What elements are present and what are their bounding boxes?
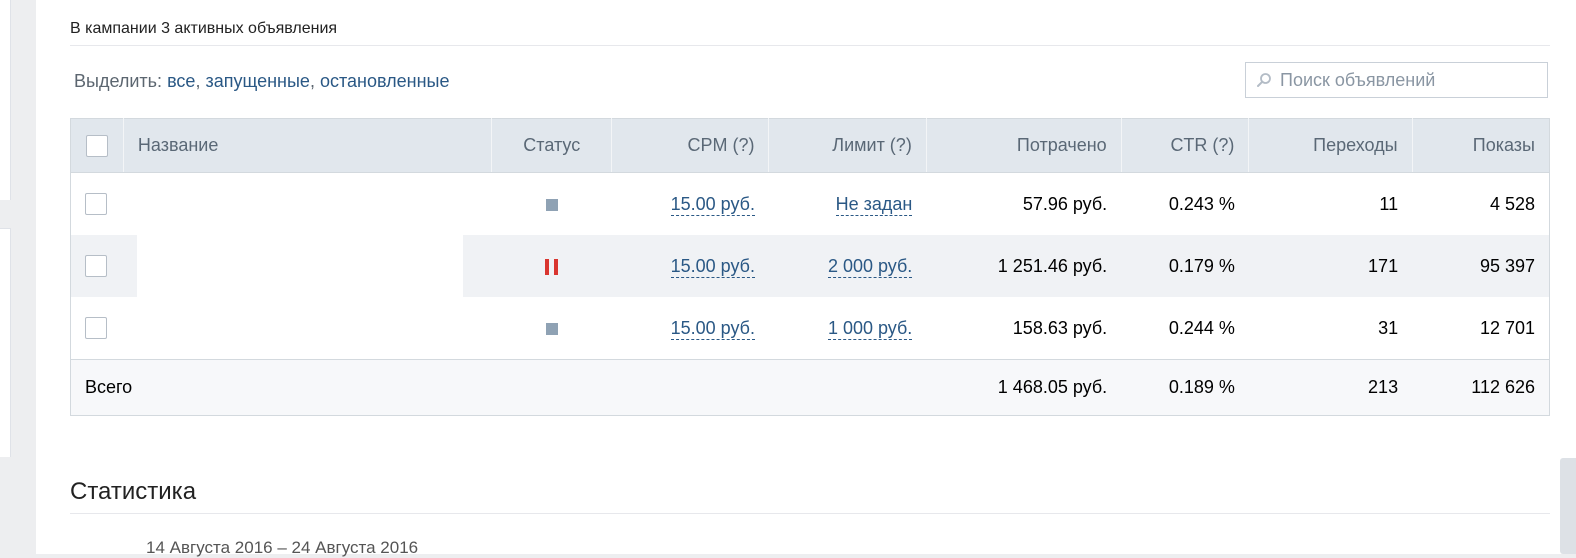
scroll-handle[interactable]: [1560, 458, 1576, 554]
table-row[interactable]: 15.00 руб. Не задан 57.96 руб. 0.243 % 1…: [71, 173, 1550, 235]
total-views: 112 626: [1412, 359, 1550, 416]
total-clicks: 213: [1248, 359, 1413, 416]
cpm-value[interactable]: 15.00 руб.: [670, 193, 755, 216]
select-stopped-link[interactable]: остановленные: [320, 71, 450, 91]
total-row: Всего 1 468.05 руб. 0.189 % 213 112 626: [70, 359, 1550, 416]
stop-icon[interactable]: [545, 322, 558, 335]
total-ctr: 0.189 %: [1121, 359, 1249, 416]
header-select-all: [70, 118, 124, 173]
views-value: 4 528: [1489, 193, 1535, 214]
ctr-value: 0.179 %: [1121, 235, 1249, 297]
hidden-ad-name: [137, 297, 464, 359]
header-name[interactable]: Название: [123, 118, 493, 173]
table-row[interactable]: 15.00 руб. 1 000 руб. 158.63 руб. 0.244 …: [71, 297, 1550, 360]
header-ctr[interactable]: CTR (?): [1121, 118, 1250, 173]
select-label: Выделить:: [74, 71, 163, 91]
divider: [70, 513, 1550, 514]
clicks-value: 31: [1378, 317, 1399, 338]
header-cpm[interactable]: CPM (?): [611, 118, 770, 173]
campaign-summary: В кампании 3 активных объявления: [70, 20, 338, 37]
divider: [70, 45, 1550, 46]
ctr-value: 0.244 %: [1168, 317, 1235, 338]
cpm-value[interactable]: 15.00 руб.: [670, 317, 755, 340]
ad-name[interactable]: [123, 235, 492, 297]
search-box: [1245, 62, 1548, 98]
ad-name[interactable]: [123, 297, 491, 360]
header-status[interactable]: Статус: [491, 118, 613, 173]
spent-value: 158.63 руб.: [1012, 317, 1108, 338]
ad-name[interactable]: [123, 173, 491, 235]
limit-value[interactable]: 2 000 руб.: [827, 255, 913, 278]
left-sidebar-panel: [0, 0, 11, 200]
views-value: 12 701: [1479, 317, 1535, 338]
spent-value: 57.96 руб.: [1022, 193, 1108, 214]
stop-icon[interactable]: [545, 198, 558, 211]
hidden-ad-name: [137, 173, 464, 235]
date-range[interactable]: 14 Августа 2016 – 24 Августа 2016: [146, 538, 418, 558]
row-checkbox[interactable]: [85, 317, 107, 340]
left-sidebar-panel-lower: [0, 228, 11, 457]
select-running-link[interactable]: запущенные: [205, 71, 309, 91]
ctr-value: 0.243 %: [1168, 193, 1235, 214]
row-checkbox[interactable]: [85, 193, 107, 216]
row-checkbox[interactable]: [85, 255, 107, 278]
pause-icon[interactable]: [545, 258, 559, 275]
views-value: 95 397: [1412, 235, 1550, 297]
header-views[interactable]: Показы: [1412, 118, 1550, 173]
table-row[interactable]: 15.00 руб. 2 000 руб. 1 251.46 руб. 0.17…: [70, 235, 1550, 297]
statistics-title: Статистика: [70, 478, 197, 505]
limit-value[interactable]: 1 000 руб.: [827, 317, 913, 340]
ads-table: Название Статус CPM (?) Лимит (?) Потрач…: [70, 118, 1550, 416]
clicks-value: 171: [1248, 235, 1413, 297]
spent-value: 1 251.46 руб.: [926, 235, 1122, 297]
header-clicks[interactable]: Переходы: [1248, 118, 1413, 173]
table-header-row: Название Статус CPM (?) Лимит (?) Потрач…: [70, 118, 1550, 173]
select-filter-row: Выделить: все, запущенные, остановленные: [74, 71, 450, 91]
limit-value[interactable]: Не задан: [835, 193, 913, 216]
hidden-ad-name: [137, 235, 464, 297]
clicks-value: 11: [1379, 193, 1399, 214]
total-label: Всего: [70, 359, 492, 416]
select-all-link[interactable]: все: [167, 71, 195, 91]
search-icon: [1257, 73, 1271, 87]
cpm-value[interactable]: 15.00 руб.: [670, 255, 755, 278]
total-spent: 1 468.05 руб.: [926, 359, 1122, 416]
select-all-checkbox[interactable]: [85, 134, 108, 157]
header-spent[interactable]: Потрачено: [926, 118, 1122, 173]
header-limit[interactable]: Лимит (?): [768, 118, 927, 173]
search-input[interactable]: [1278, 68, 1542, 92]
